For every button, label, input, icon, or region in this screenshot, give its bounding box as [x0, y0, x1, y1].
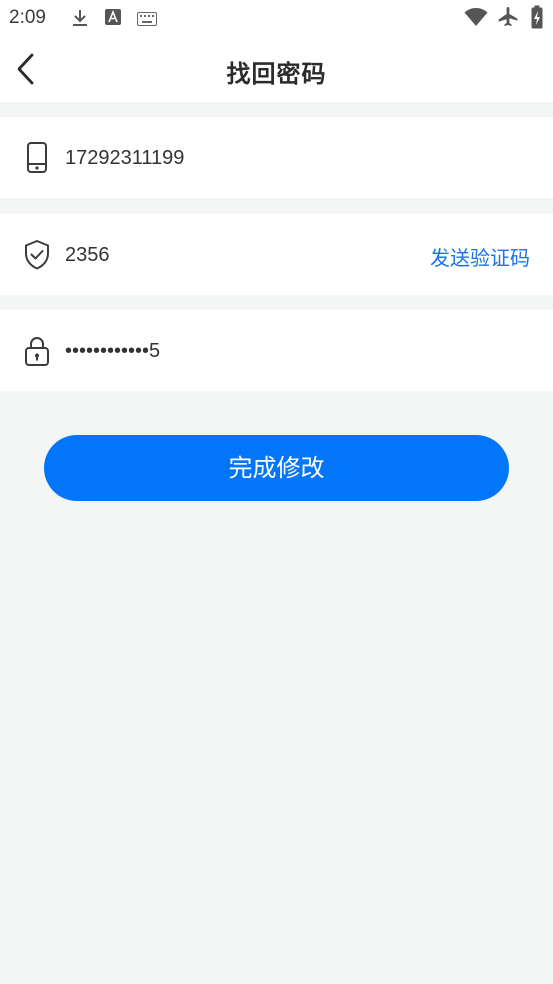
verification-code-input[interactable] — [65, 238, 395, 272]
password-row — [0, 310, 553, 391]
status-time: 2:09 — [9, 7, 46, 28]
battery-charging-icon — [531, 5, 543, 33]
keyboard-icon — [137, 11, 157, 30]
wifi-icon — [464, 7, 488, 31]
phone-input[interactable] — [65, 141, 405, 175]
send-code-button[interactable]: 发送验证码 — [430, 242, 530, 271]
phone-row — [0, 117, 553, 198]
status-bar: 2:09 — [0, 0, 553, 36]
code-row: 发送验证码 — [0, 214, 553, 295]
shield-check-icon — [23, 239, 51, 271]
page-title: 找回密码 — [226, 60, 327, 88]
download-icon — [70, 8, 90, 32]
app-bar: 找回密码 — [0, 36, 553, 102]
phone-icon — [23, 142, 51, 174]
submit-button[interactable]: 完成修改 — [44, 435, 509, 501]
lock-icon — [23, 335, 51, 367]
airplane-icon — [497, 6, 519, 32]
password-input[interactable] — [65, 334, 405, 368]
font-a-icon — [104, 8, 122, 30]
